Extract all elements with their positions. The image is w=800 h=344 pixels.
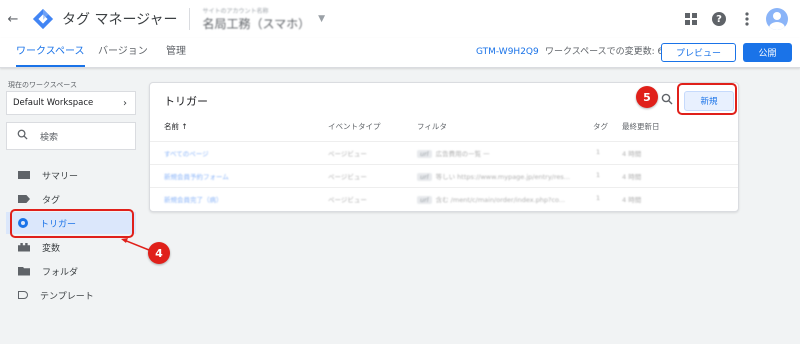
variable-icon (18, 242, 30, 252)
tab-bar: ワークスペース バージョン 管理 GTM-W9H2Q9 ワークスペースでの変更数… (0, 38, 800, 68)
container-name: 名局工務（スマホ） (202, 17, 311, 31)
trigger-name-link[interactable]: すべてのページ (164, 148, 209, 158)
sidebar-item-tags[interactable]: タグ (6, 188, 136, 210)
highlight-box-triggers (10, 209, 134, 238)
sidebar-search[interactable]: 検索 (6, 122, 136, 150)
event-type: ページビュー (328, 196, 367, 204)
column-header-filter[interactable]: フィルタ (417, 121, 447, 132)
search-icon (17, 129, 28, 143)
workspace-name: Default Workspace (13, 98, 94, 108)
trigger-name-link[interactable]: 新規会員予約フォーム (164, 171, 229, 181)
table-row[interactable]: すべてのページ ページビュー url 広告費用の一覧 一 1 4 時間 (150, 141, 738, 163)
more-vert-icon[interactable] (738, 10, 756, 28)
gtm-logo-icon (32, 8, 54, 30)
help-icon[interactable]: ? (710, 10, 728, 28)
table-row[interactable]: 新規会員予約フォーム ページビュー url 等しい https://www.myp… (150, 164, 738, 186)
sidebar-item-label: フォルダ (42, 267, 79, 278)
tag-icon (18, 195, 30, 203)
search-icon[interactable] (661, 93, 675, 107)
column-header-name[interactable]: 名前 ↑ (164, 121, 188, 132)
workspace-changes-count: ワークスペースでの変更数: 6 (545, 47, 664, 57)
trigger-name-link[interactable]: 新規会員完了（病） (164, 194, 223, 204)
folder-icon (18, 266, 30, 276)
chevron-right-icon: › (123, 97, 127, 109)
template-icon (18, 291, 28, 299)
column-header-last-edited[interactable]: 最終更新日 (622, 121, 660, 132)
last-edited: 4 時間 (622, 196, 642, 204)
apps-grid-icon[interactable] (682, 10, 700, 28)
divider (189, 8, 191, 30)
table-row[interactable]: 新規会員完了（病） ページビュー url 含む /ment/c/main/orde… (150, 187, 738, 209)
step-badge-5: 5 (636, 86, 658, 108)
account-selector[interactable]: サイトのアカウント名称 名局工務（スマホ） (202, 6, 310, 32)
summary-icon (18, 171, 30, 179)
last-edited: 4 時間 (622, 173, 642, 181)
step-badge-4: 4 (148, 242, 170, 264)
sidebar-item-label: テンプレート (40, 291, 94, 302)
table-header: 名前 ↑ イベントタイプ フィルタ タグ 最終更新日 (150, 121, 738, 137)
filter-value: url 等しい https://www.mypage.jp/entry/res..… (417, 171, 570, 181)
column-header-tags[interactable]: タグ (593, 121, 608, 132)
preview-button[interactable]: プレビュー (661, 43, 736, 62)
sidebar-item-templates[interactable]: テンプレート (6, 284, 136, 306)
chevron-down-icon[interactable]: ▼ (318, 14, 325, 24)
tag-count: 1 (596, 171, 601, 179)
search-label: 検索 (40, 132, 59, 143)
filter-value: url 広告費用の一覧 一 (417, 148, 490, 158)
sidebar-item-variables[interactable]: 変数 (6, 236, 136, 258)
arrow-left-icon[interactable]: ← (2, 12, 24, 27)
page-title: トリガー (164, 95, 208, 108)
sidebar-item-label: サマリー (42, 171, 79, 182)
container-id-link[interactable]: GTM-W9H2Q9 (476, 38, 539, 67)
sidebar-item-label: 変数 (42, 243, 61, 254)
sidebar-item-folders[interactable]: フォルダ (6, 260, 136, 282)
tag-count: 1 (596, 148, 601, 156)
tab-admin[interactable]: 管理 (166, 38, 186, 67)
account-name: サイトのアカウント名称 (202, 8, 269, 15)
event-type: ページビュー (328, 150, 367, 158)
filter-value: url 含む /ment/c/main/order/index.php?co... (417, 194, 565, 204)
top-actions: ? (682, 0, 788, 38)
app-title: タグ マネージャー (62, 12, 178, 28)
top-app-bar: ← タグ マネージャー サイトのアカウント名称 名局工務（スマホ） ▼ ? (0, 0, 800, 38)
tag-count: 1 (596, 194, 601, 202)
current-workspace-label: 現在のワークスペース (8, 81, 77, 89)
sidebar-item-label: タグ (42, 195, 61, 206)
sidebar-item-summary[interactable]: サマリー (6, 164, 136, 186)
workspace-selector[interactable]: Default Workspace › (6, 91, 136, 115)
publish-button[interactable]: 公開 (743, 43, 792, 62)
last-edited: 4 時間 (622, 150, 642, 158)
avatar-icon[interactable] (766, 8, 788, 30)
column-header-event-type[interactable]: イベントタイプ (328, 121, 381, 132)
highlight-box-new (677, 83, 737, 115)
tab-versions[interactable]: バージョン (98, 38, 148, 67)
event-type: ページビュー (328, 173, 367, 181)
tab-workspace[interactable]: ワークスペース (16, 38, 85, 67)
